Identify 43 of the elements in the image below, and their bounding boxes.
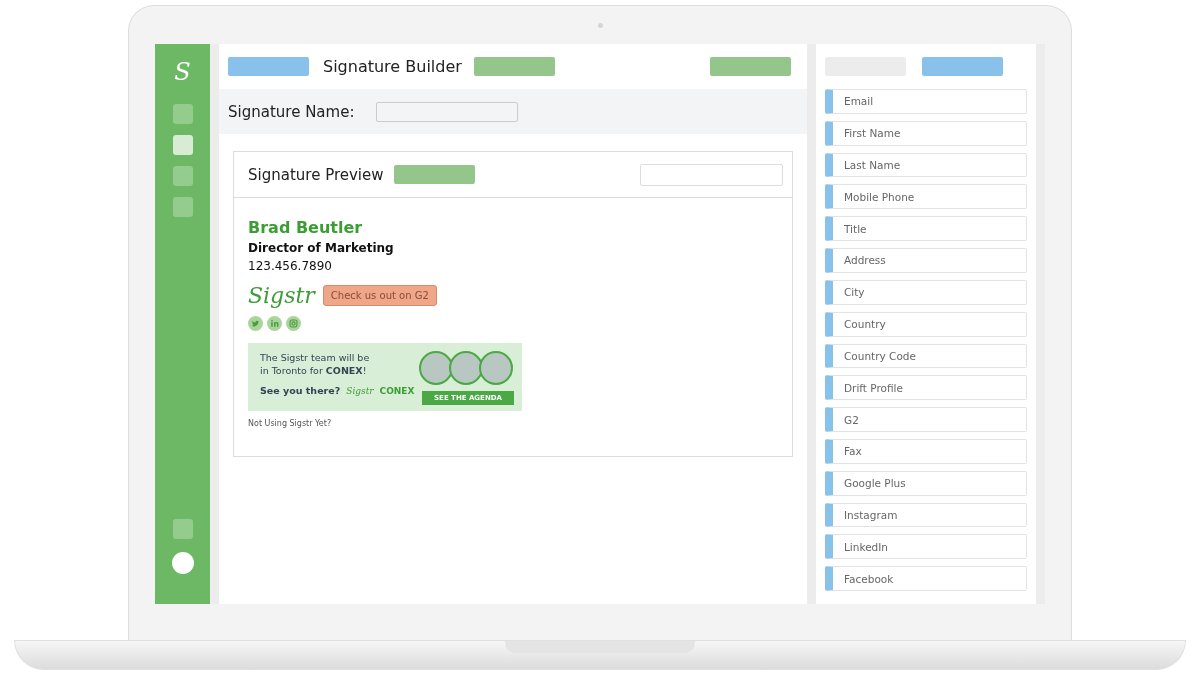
signature-name-field[interactable]	[376, 101, 519, 122]
field-label: Signature Name:	[228, 102, 355, 121]
field-item[interactable]: Country Code	[825, 343, 1027, 369]
camera-icon[interactable]	[286, 316, 301, 331]
field-item[interactable]: Google Plus	[825, 470, 1027, 496]
nav-item[interactable]	[172, 166, 193, 186]
nav-item[interactable]	[172, 104, 193, 124]
card-title: Signature Preview	[248, 165, 384, 184]
field-item[interactable]: G2	[825, 407, 1027, 432]
field-item[interactable]: Last Name	[825, 152, 1027, 178]
nav-item[interactable]	[172, 197, 193, 217]
phone-number: 123.456.7890	[248, 259, 333, 273]
banner-question: See you there?	[260, 385, 341, 396]
page-title: Signature Builder	[323, 57, 462, 76]
company-logo: Sigstr	[346, 385, 374, 396]
banner-text: The Sigstr team will be	[260, 351, 371, 364]
avatar-circle[interactable]	[171, 552, 194, 574]
bird-icon[interactable]	[248, 316, 263, 331]
camera-dot	[598, 23, 603, 28]
field-item[interactable]: Instagram	[825, 502, 1027, 528]
field-item[interactable]: LinkedIn	[825, 534, 1027, 560]
job-title: Director of Marketing	[248, 241, 395, 255]
field-item[interactable]: First Name	[825, 120, 1027, 146]
field-item[interactable]: Email	[825, 89, 1027, 114]
field-item[interactable]: Drift Profile	[825, 375, 1027, 401]
field-item[interactable]: Facebook	[825, 566, 1027, 591]
photo-placeholder	[479, 351, 514, 385]
linkedin-icon[interactable]	[267, 316, 282, 331]
company-logo: Sigstr	[248, 283, 315, 308]
field-item[interactable]: Mobile Phone	[825, 184, 1027, 210]
field-item[interactable]: Fax	[825, 438, 1027, 464]
event-logo: CONEX	[379, 385, 415, 396]
nav-item[interactable]	[172, 135, 193, 155]
signature-name: Brad Beutler	[248, 218, 364, 237]
footer-link[interactable]: Not Using Sigstr Yet?	[248, 419, 332, 428]
banner-text: in Toronto for CONEX!	[260, 364, 368, 377]
field-item[interactable]: Title	[825, 216, 1027, 242]
field-item[interactable]: Address	[825, 248, 1027, 273]
field-item[interactable]: Country	[825, 311, 1027, 337]
callout-tag[interactable]: Check us out on G2	[322, 285, 437, 306]
nav-item[interactable]	[172, 519, 193, 539]
field-item[interactable]: City	[825, 279, 1027, 305]
input-field[interactable]	[640, 163, 783, 186]
